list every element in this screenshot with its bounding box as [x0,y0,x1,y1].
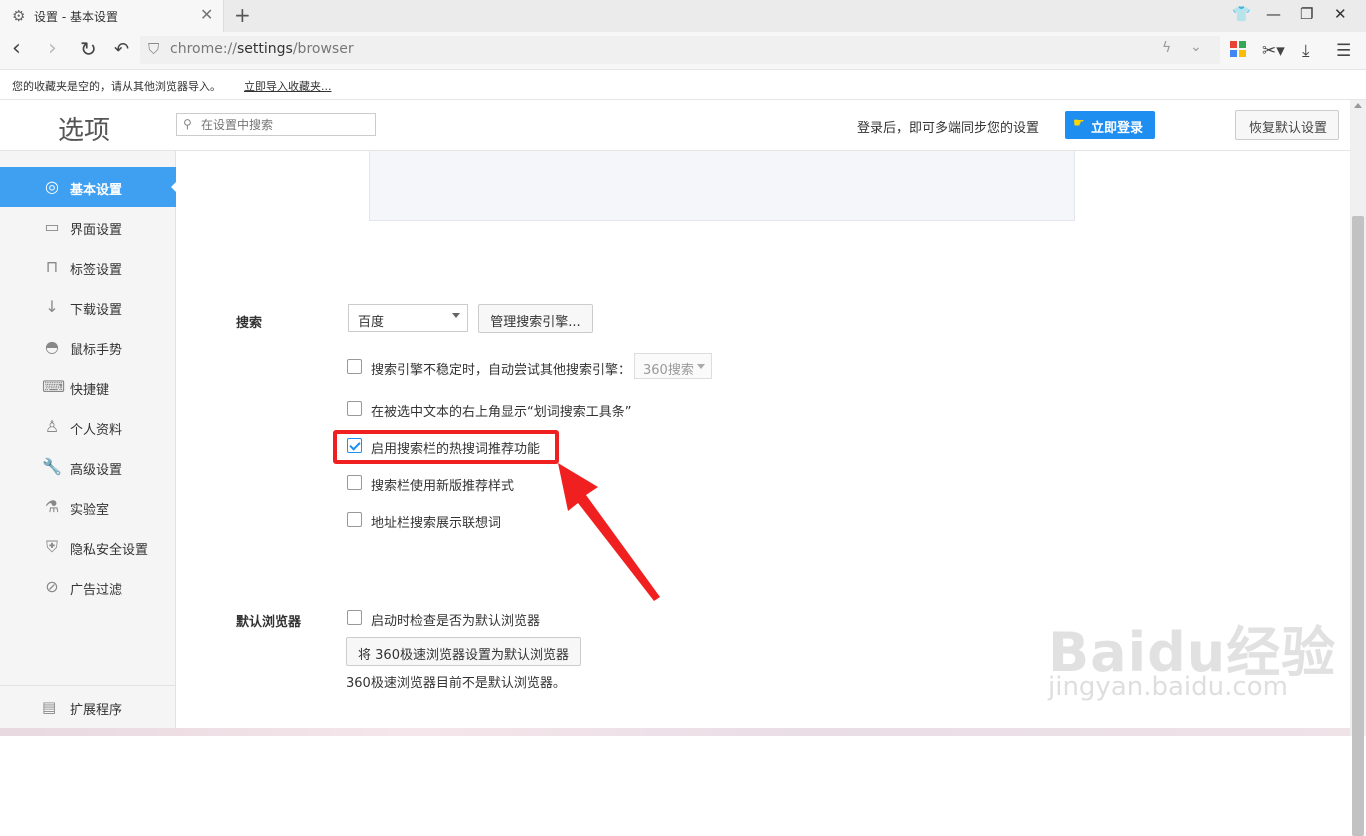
minimize-button[interactable]: — [1266,5,1281,23]
scrollbar[interactable] [1350,100,1366,836]
taskbar-strip [0,728,1350,736]
red-arrow-annotation [558,463,660,601]
import-bookmarks-link[interactable]: 立即导入收藏夹... [244,78,332,94]
window-icon: ▭ [44,217,60,236]
extension-icon: ▤ [42,698,57,716]
undo-close-button[interactable]: ↶ [114,39,129,60]
checkbox[interactable] [347,610,362,625]
tab-close-icon[interactable]: ✕ [200,5,213,24]
pointing-hand-icon: ☛ [1073,116,1085,131]
sidebar-item-privacy[interactable]: ⛨ 隐私安全设置 [0,527,176,567]
baidu-watermark-url: jingyan.baidu.com [1048,672,1288,702]
sidebar-item-profile[interactable]: ♙ 个人资料 [0,407,176,447]
restore-defaults-button[interactable]: 恢复默认设置 [1235,110,1339,140]
title-bar: ⚙ 设置 - 基本设置 ✕ + 👕 — ❐ ✕ [0,0,1366,32]
fallback-engine-select[interactable]: 360搜索 [634,353,712,379]
sidebar-item-interface[interactable]: ▭ 界面设置 [0,207,176,247]
search-engine-select[interactable]: 百度 [348,304,468,332]
skin-icon[interactable]: 👕 [1232,5,1251,23]
page-title: 选项 [58,116,111,146]
sidebar-item-lab[interactable]: ⚗ 实验室 [0,487,176,527]
option-selection-toolbar[interactable]: 在被选中文本的右上角显示“划词搜索工具条” [347,400,647,420]
manage-search-engines-button[interactable]: 管理搜索引擎... [478,304,593,333]
option-fallback-engine[interactable]: 搜索引擎不稳定时，自动尝试其他搜索引擎： [347,358,637,378]
option-new-style[interactable]: 搜索栏使用新版推荐样式 [347,474,547,494]
sidebar-item-download[interactable]: ↓ 下载设置 [0,287,176,327]
back-button[interactable]: ‹ [12,36,21,61]
gear-icon: ⚙ [12,7,26,25]
settings-circle-icon: ◎ [45,177,59,196]
lab-icon: ⚗ [44,497,60,516]
settings-header: 选项 ⚲ 登录后，即可多端同步您的设置 ☛ 立即登录 恢复默认设置 [0,100,1350,151]
reload-button[interactable]: ↻ [80,37,97,61]
forward-button[interactable]: › [48,36,57,61]
scissors-icon[interactable]: ✂▾ [1262,41,1285,61]
user-icon: ♙ [44,417,60,436]
dropdown-arrow-icon [697,364,705,369]
search-icon: ⚲ [183,117,192,131]
sync-hint: 登录后，即可多端同步您的设置 [857,121,1040,136]
dropdown-arrow-icon [452,313,460,318]
checkbox[interactable] [347,401,362,416]
address-bar[interactable]: ⛉ chrome://settings/browser ϟ ⌄ [140,36,1220,64]
sidebar-item-tabs[interactable]: ⊓ 标签设置 [0,247,176,287]
chevron-down-icon[interactable]: ⌄ [1190,39,1202,55]
wrench-icon: 🔧 [42,457,62,476]
lightning-icon[interactable]: ϟ [1162,40,1171,56]
sidebar-item-basic[interactable]: ◎ 基本设置 [0,167,177,207]
option-check-default[interactable]: 启动时检查是否为默认浏览器 [347,609,557,629]
url-text[interactable]: chrome://settings/browser [170,41,354,57]
scroll-up-icon[interactable] [1354,103,1362,108]
close-window-button[interactable]: ✕ [1334,5,1347,23]
search-section-label: 搜索 [236,316,263,331]
search-input[interactable] [201,116,371,134]
keyboard-icon: ⌨ [42,377,66,396]
checkbox[interactable] [347,359,362,374]
download-icon: ↓ [45,297,59,316]
sidebar-item-adblock[interactable]: ⊘ 广告过滤 [0,567,176,607]
block-icon: ⊘ [45,577,59,596]
set-default-browser-button[interactable]: 将 360极速浏览器设置为默认浏览器 [346,637,581,666]
toolbar: ‹ › ↻ ↶ ⛉ chrome://settings/browser ϟ ⌄ … [0,32,1366,70]
apps-grid-icon[interactable] [1230,41,1246,62]
new-tab-button[interactable]: + [234,3,251,27]
login-button[interactable]: ☛ 立即登录 [1065,111,1155,139]
shield-icon: ⛨ [45,537,58,556]
sidebar-item-advanced[interactable]: 🔧 高级设置 [0,447,176,487]
highlight-box [333,430,559,464]
default-browser-status: 360极速浏览器目前不是默认浏览器。 [346,676,566,691]
bookmark-bar: 您的收藏夹是空的，请从其他浏览器导入。 立即导入收藏夹... [0,70,1366,100]
tab-icon: ⊓ [45,257,59,276]
sidebar-item-shortcuts[interactable]: ⌨ 快捷键 [0,367,176,407]
mouse-icon: ◓ [45,337,59,356]
checkbox[interactable] [347,475,362,490]
active-tab[interactable]: ⚙ 设置 - 基本设置 ✕ [0,0,224,32]
checkbox[interactable] [347,512,362,527]
sidebar: ◎ 基本设置 ▭ 界面设置 ⊓ 标签设置 ↓ 下载设置 ◓ 鼠标手势 ⌨ 快捷键… [0,151,177,736]
option-address-suggestions[interactable]: 地址栏搜索展示联想词 [347,511,547,531]
tab-title: 设置 - 基本设置 [34,10,118,24]
scroll-thumb[interactable] [1352,216,1364,836]
download-icon[interactable]: ⤓ [1302,41,1310,61]
bookmark-empty-message: 您的收藏夹是空的，请从其他浏览器导入。 [12,80,221,93]
restore-window-button[interactable]: ❐ [1300,5,1313,23]
preview-panel [369,151,1075,221]
sidebar-item-extensions[interactable]: ▤ 扩展程序 [0,685,176,729]
default-browser-label: 默认浏览器 [236,615,302,630]
menu-icon[interactable]: ☰ [1336,41,1351,61]
shield-icon: ⛉ [148,40,160,58]
settings-search[interactable]: ⚲ [176,113,376,136]
sidebar-item-mouse-gestures[interactable]: ◓ 鼠标手势 [0,327,176,367]
